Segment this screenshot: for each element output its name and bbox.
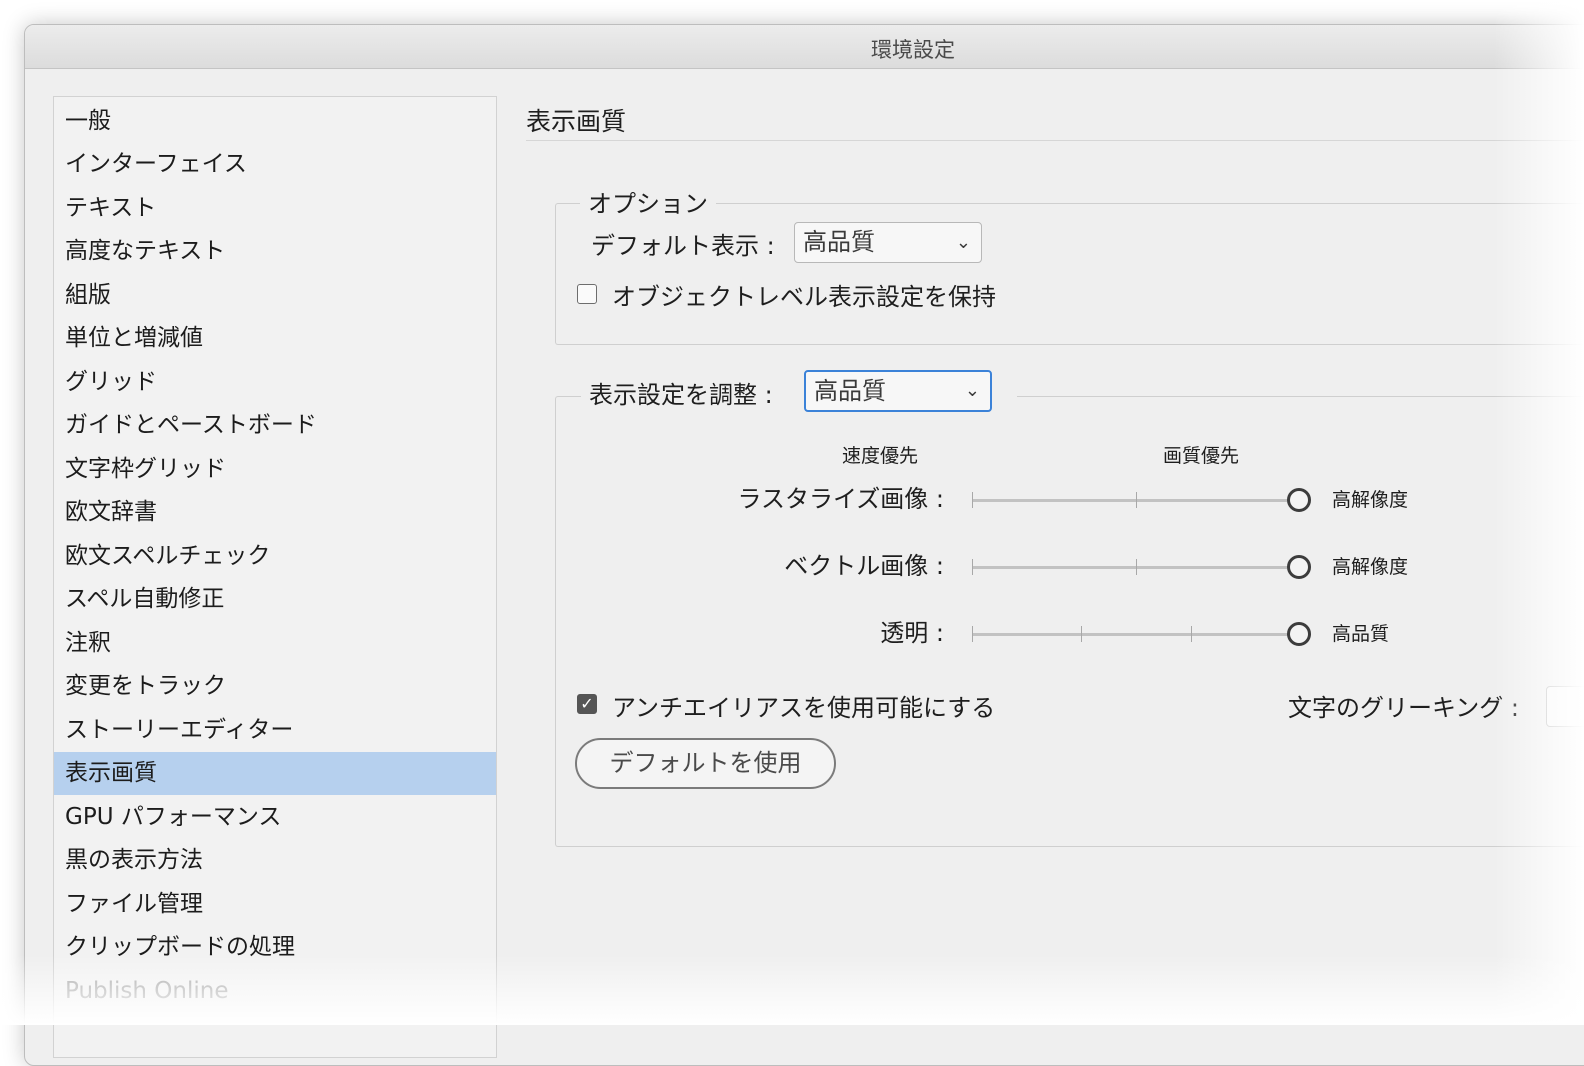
sidebar-item-notes[interactable]: 注釈 [54, 622, 496, 665]
raster-slider-track[interactable] [972, 499, 1287, 502]
transparency-slider-track[interactable] [972, 633, 1287, 636]
window-title: 環境設定 [871, 38, 955, 62]
preferences-window: 環境設定 一般 インターフェイス テキスト 高度なテキスト 組版 単位と増減値 … [24, 24, 1584, 1066]
section-title: 表示画質 [526, 107, 627, 136]
raster-tick [972, 492, 973, 508]
raster-value-text: 高解像度 [1332, 489, 1409, 511]
default-view-value: 高品質 [803, 228, 875, 256]
sidebar-item-advanced-text[interactable]: 高度なテキスト [54, 230, 496, 273]
sidebar-item-spelling[interactable]: 欧文スペルチェック [54, 535, 496, 578]
transparency-value-text: 高品質 [1332, 623, 1390, 645]
settings-panel: 表示画質 オプション デフォルト表示 : 高品質 ⌄ オブジェクトレベル表示設定… [526, 96, 1584, 1056]
transparency-tick [1081, 626, 1082, 642]
sidebar-item-gpu-performance[interactable]: GPU パフォーマンス [54, 796, 496, 839]
sidebar-item-composition[interactable]: 組版 [54, 274, 496, 317]
transparency-tick [972, 626, 973, 642]
sidebar-item-file-handling[interactable]: ファイル管理 [54, 883, 496, 926]
use-defaults-button[interactable]: デフォルトを使用 [575, 738, 836, 789]
transparency-slider-knob[interactable] [1287, 622, 1311, 646]
sidebar-item-black-appearance[interactable]: 黒の表示方法 [54, 839, 496, 882]
vector-slider-track[interactable] [972, 566, 1287, 569]
sidebar-item-grids[interactable]: グリッド [54, 361, 496, 404]
raster-slider-knob[interactable] [1287, 488, 1311, 512]
speed-priority-label: 速度優先 [842, 445, 919, 467]
sidebar-item-frame-grid[interactable]: 文字枠グリッド [54, 448, 496, 491]
antialias-label: アンチエイリアスを使用可能にする [612, 694, 996, 722]
adjust-view-label: 表示設定を調整 : [589, 381, 773, 409]
chevron-down-icon: ⌄ [964, 380, 980, 401]
title-bar[interactable]: 環境設定 [25, 25, 1584, 69]
adjust-view-group: 表示設定を調整 : 高品質 ⌄ 速度優先 画質優先 ラスタライズ画像 : 高解像… [555, 367, 1584, 847]
greek-type-field[interactable] [1546, 686, 1584, 727]
chevron-down-icon: ⌄ [955, 232, 971, 253]
transparency-tick [1191, 626, 1192, 642]
sidebar-item-track-changes[interactable]: 変更をトラック [54, 665, 496, 708]
raster-tick [1136, 492, 1137, 508]
preferences-sidebar: 一般 インターフェイス テキスト 高度なテキスト 組版 単位と増減値 グリッド … [53, 96, 497, 1058]
adjust-view-value: 高品質 [814, 377, 886, 405]
sidebar-item-general[interactable]: 一般 [54, 100, 496, 143]
quality-priority-label: 画質優先 [1163, 445, 1240, 467]
sidebar-item-dictionary[interactable]: 欧文辞書 [54, 491, 496, 534]
vector-graphics-label: ベクトル画像 : [784, 552, 944, 580]
sidebar-item-text[interactable]: テキスト [54, 187, 496, 230]
vector-tick [972, 559, 973, 575]
sidebar-item-guides[interactable]: ガイドとペーストボード [54, 404, 496, 447]
sidebar-item-display-performance[interactable]: 表示画質 [54, 752, 496, 795]
vector-slider-knob[interactable] [1287, 555, 1311, 579]
title-divider [526, 140, 1584, 141]
sidebar-item-autocorrect[interactable]: スペル自動修正 [54, 578, 496, 621]
default-view-label: デフォルト表示 : [591, 232, 775, 260]
vector-value-text: 高解像度 [1332, 556, 1409, 578]
checkmark-icon: ✓ [580, 694, 594, 713]
sidebar-item-interface[interactable]: インターフェイス [54, 143, 496, 186]
raster-images-label: ラスタライズ画像 : [737, 485, 944, 513]
transparency-label: 透明 : [880, 619, 944, 647]
options-legend: オプション [580, 184, 716, 219]
default-view-dropdown[interactable]: 高品質 ⌄ [794, 222, 982, 263]
antialias-checkbox[interactable]: ✓ [577, 694, 597, 714]
greek-type-label: 文字のグリーキング : [1288, 694, 1519, 722]
options-group: オプション デフォルト表示 : 高品質 ⌄ オブジェクトレベル表示設定を保持 [555, 184, 1584, 345]
sidebar-item-units[interactable]: 単位と増減値 [54, 317, 496, 360]
vector-tick [1136, 559, 1137, 575]
sidebar-item-publish-online[interactable]: Publish Online [54, 970, 496, 1013]
sidebar-item-story-editor[interactable]: ストーリーエディター [54, 709, 496, 752]
preserve-object-label: オブジェクトレベル表示設定を保持 [612, 283, 996, 311]
sidebar-item-clipboard[interactable]: クリップボードの処理 [54, 926, 496, 969]
adjust-view-dropdown[interactable]: 高品質 ⌄ [804, 370, 992, 412]
preserve-object-checkbox[interactable] [577, 284, 597, 304]
